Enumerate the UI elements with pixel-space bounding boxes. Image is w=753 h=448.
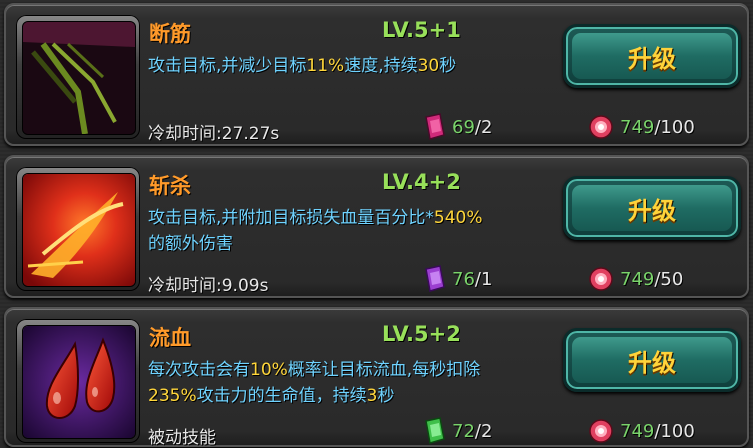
gem-icon [589,115,613,139]
gem-cost: 749/100 [588,417,695,445]
blood-drops-icon [22,325,136,439]
desc-text: 每次攻击会有 [148,360,250,380]
upgrade-button[interactable]: 升级 [563,24,741,88]
gem-need: /50 [654,268,684,290]
skill-level: LV.5+1 [382,18,461,42]
skill-level: LV.4+2 [382,170,461,194]
skill-book-icon [425,417,445,444]
desc-text: 攻击目标,并附加目标损失血量百分比* [148,208,434,228]
skill-row-liuxue: 流血 LV.5+2 每次攻击会有10%概率让目标流血,每秒扣除 235%攻击力的生… [4,307,749,448]
skill-row-duanjin: 断筋 LV.5+1 攻击目标,并减少目标11%速度,持续30秒 冷却时间:27.… [4,3,749,146]
skill-name: 断筋 [149,22,191,46]
gem-cost: 749/50 [588,265,683,293]
slash-tendon-icon [22,21,136,135]
desc-highlight: 235% [148,386,197,406]
upgrade-button-label: 升级 [572,33,732,79]
desc-text: 秒 [439,56,457,76]
book-have: 72 [452,420,475,442]
skill-book-icon [425,265,445,292]
skill-level: LV.5+2 [382,322,461,346]
upgrade-button-label: 升级 [572,185,732,231]
skill-description: 攻击目标,并附加目标损失血量百分比*540% 的额外伤害 [148,205,558,257]
skill-book-cost: 69/2 [422,113,492,141]
desc-text: 攻击目标,并减少目标 [148,56,307,76]
upgrade-button-label: 升级 [572,337,732,383]
skill-description: 每次攻击会有10%概率让目标流血,每秒扣除 235%攻击力的生命值，持续3秒 [148,357,558,409]
skill-name: 流血 [149,326,191,350]
skill-book-icon [425,113,445,140]
book-need: /2 [474,420,493,442]
skill-row-zhansha: 斩杀 LV.4+2 攻击目标,并附加目标损失血量百分比*540% 的额外伤害 冷却… [4,155,749,298]
book-have: 76 [452,268,475,290]
desc-text: 速度,持续 [344,56,418,76]
desc-highlight: 11% [306,56,345,76]
cooldown-text: 冷却时间:9.09s [148,276,269,296]
upgrade-button[interactable]: 升级 [563,328,741,392]
gem-have: 749 [620,268,655,290]
desc-highlight: 540% [433,208,483,228]
gem-have: 749 [620,116,655,138]
skill-description: 攻击目标,并减少目标11%速度,持续30秒 [148,53,558,79]
gem-need: /100 [654,116,695,138]
desc-text: 概率让目标流血,每秒扣除 [287,360,481,380]
desc-highlight: 30 [417,56,440,76]
desc-highlight: 3 [366,386,378,406]
gem-icon [589,267,613,291]
execute-slash-icon [22,173,136,287]
skill-panel: 断筋 LV.5+1 攻击目标,并减少目标11%速度,持续30秒 冷却时间:27.… [0,0,753,448]
desc-text: 攻击力的生命值，持续 [196,386,367,406]
gem-need: /100 [654,420,695,442]
skill-name: 斩杀 [149,174,191,198]
skill-icon-frame[interactable] [16,319,140,443]
desc-highlight: 10% [250,360,288,380]
upgrade-button[interactable]: 升级 [563,176,741,240]
gem-cost: 749/100 [588,113,695,141]
book-have: 69 [452,116,475,138]
gem-icon [589,419,613,443]
gem-have: 749 [620,420,655,442]
cooldown-text: 冷却时间:27.27s [148,124,280,144]
skill-icon-frame[interactable] [16,167,140,291]
book-need: /2 [474,116,493,138]
desc-text: 秒 [377,386,395,406]
skill-book-cost: 72/2 [422,417,492,445]
skill-icon-frame[interactable] [16,15,140,139]
passive-skill-text: 被动技能 [148,428,216,448]
book-need: /1 [474,268,493,290]
skill-book-cost: 76/1 [422,265,492,293]
desc-text: 的额外伤害 [148,234,233,254]
